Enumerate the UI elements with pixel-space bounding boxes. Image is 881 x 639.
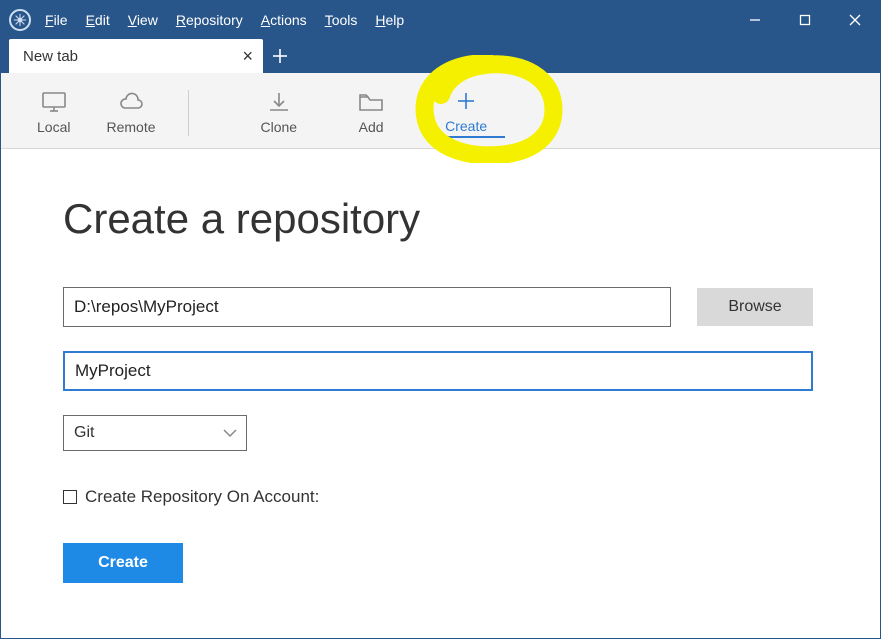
chevron-down-icon: [223, 428, 237, 438]
download-icon: [265, 91, 293, 113]
menu-help[interactable]: Help: [375, 12, 404, 28]
toolbar-add[interactable]: Add: [339, 89, 403, 137]
browse-button[interactable]: Browse: [697, 288, 813, 326]
menubar: File Edit View Repository Actions Tools …: [45, 12, 404, 28]
folder-icon: [357, 91, 385, 113]
toolbar-clone-label: Clone: [261, 119, 298, 135]
toolbar-create-label: Create: [445, 118, 487, 134]
page-heading: Create a repository: [63, 195, 818, 243]
vcs-select[interactable]: Git: [63, 415, 247, 451]
toolbar-add-label: Add: [359, 119, 384, 135]
toolbar-separator: [188, 90, 189, 136]
close-icon[interactable]: ×: [242, 46, 253, 67]
titlebar: File Edit View Repository Actions Tools …: [1, 1, 880, 39]
vcs-selected: Git: [74, 424, 94, 442]
content-area: Create a repository Browse Git Create Re…: [1, 149, 880, 629]
account-checkbox-label: Create Repository On Account:: [85, 487, 319, 507]
tabstrip: New tab ×: [1, 39, 880, 73]
name-input[interactable]: [63, 351, 813, 391]
window-controls: [730, 1, 880, 39]
toolbar-local[interactable]: Local: [19, 89, 88, 137]
menu-actions[interactable]: Actions: [261, 12, 307, 28]
tab-title: New tab: [23, 48, 242, 65]
menu-repository[interactable]: Repository: [176, 12, 243, 28]
new-tab-button[interactable]: [263, 39, 297, 73]
path-input[interactable]: [63, 287, 671, 327]
toolbar-local-label: Local: [37, 119, 70, 135]
toolbar-remote-label: Remote: [106, 119, 155, 135]
app-logo: [9, 9, 31, 31]
toolbar-create[interactable]: Create: [427, 88, 505, 138]
menu-file[interactable]: File: [45, 12, 68, 28]
tab-new[interactable]: New tab ×: [9, 39, 263, 73]
menu-edit[interactable]: Edit: [86, 12, 110, 28]
create-button[interactable]: Create: [63, 543, 183, 583]
menu-view[interactable]: View: [128, 12, 158, 28]
minimize-button[interactable]: [730, 1, 780, 39]
toolbar: Local Remote Clone Add Create: [1, 73, 880, 149]
toolbar-clone[interactable]: Clone: [243, 89, 316, 137]
account-checkbox[interactable]: [63, 490, 77, 504]
menu-tools[interactable]: Tools: [325, 12, 358, 28]
plus-icon: [452, 90, 480, 112]
cloud-icon: [117, 91, 145, 113]
close-button[interactable]: [830, 1, 880, 39]
monitor-icon: [40, 91, 68, 113]
toolbar-remote[interactable]: Remote: [88, 89, 173, 137]
maximize-button[interactable]: [780, 1, 830, 39]
